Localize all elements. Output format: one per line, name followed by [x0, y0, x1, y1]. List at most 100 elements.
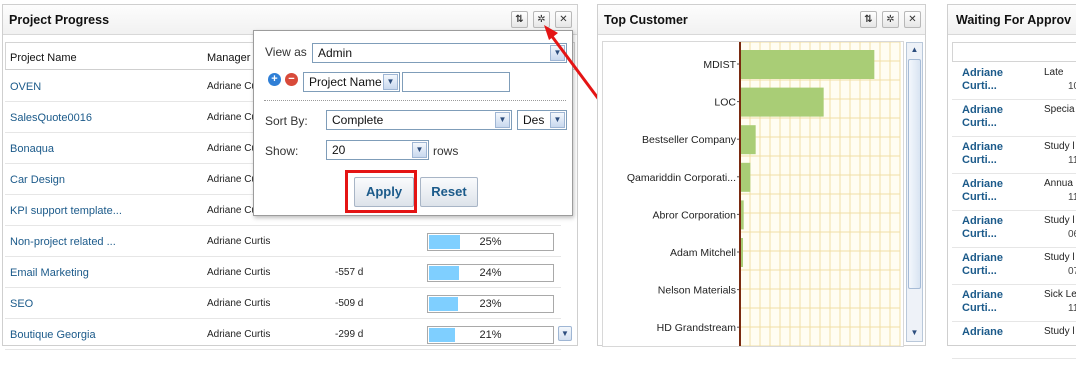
category-label: Qamariddin Corporati...	[627, 172, 736, 184]
chevron-down-icon: ▼	[383, 74, 398, 90]
chart-scrollbar[interactable]: ▲ ▼	[906, 42, 923, 342]
list-item[interactable]: Adriane Curti... Study l 11	[952, 137, 1076, 174]
table-row: Boutique Georgia Adriane Curtis -299 d 21%	[5, 319, 561, 350]
project-name-link[interactable]: Email Marketing	[10, 267, 89, 279]
progress-bar: 25%	[427, 233, 554, 251]
panel-title: Top Customer	[604, 13, 688, 27]
filter-field-value: Project Name	[309, 75, 382, 89]
requester-name[interactable]: Adriane Curti...	[962, 67, 1003, 93]
project-name-link[interactable]: Car Design	[10, 174, 65, 186]
filter-field-select[interactable]: Project Name ▼	[303, 72, 400, 92]
column-header-manager[interactable]: Manager	[207, 52, 250, 64]
project-name-link[interactable]: Boutique Georgia	[10, 329, 96, 341]
bar[interactable]	[741, 125, 756, 155]
request-type: Study l	[1044, 252, 1075, 263]
bar[interactable]	[741, 50, 875, 79]
request-date: 11	[1068, 303, 1076, 314]
top-customer-chart: MDIST LOC Bestseller Company Qamariddin Cor…	[627, 41, 901, 347]
requester-first: Adriane	[962, 178, 1003, 190]
reset-button[interactable]: Reset	[420, 177, 478, 207]
column-header-project-name[interactable]: Project Name	[10, 52, 77, 64]
chevron-up-icon[interactable]: ▲	[907, 43, 922, 58]
sort-by-select[interactable]: Complete ▼	[326, 110, 512, 130]
remove-filter-icon[interactable]: −	[285, 73, 298, 86]
requester-name[interactable]: Adriane Curti...	[962, 215, 1003, 241]
scroll-down-button[interactable]: ▼	[558, 326, 572, 341]
requester-first: Adriane	[962, 67, 1003, 79]
chevron-down-icon: ▼	[495, 112, 510, 128]
list-item[interactable]: AdrianeCurti... Study l 06	[952, 211, 1076, 248]
progress-text: 21%	[479, 329, 502, 341]
category-label: HD Grandstream	[657, 322, 737, 334]
list-item[interactable]: Adriane Curti... Annua 11	[952, 174, 1076, 211]
manager-cell: Adriane Curtis	[207, 329, 271, 340]
project-name-link[interactable]: SEO	[10, 298, 33, 310]
view-as-select[interactable]: Admin ▼	[312, 43, 567, 63]
requester-last: Curti...	[962, 117, 997, 129]
project-name-link[interactable]: KPI support template...	[10, 205, 122, 217]
sort-by-label: Sort By:	[265, 114, 308, 128]
chevron-down-icon[interactable]: ▼	[907, 326, 922, 341]
list-item[interactable]: AdrianeCurti... Late 10	[952, 63, 1076, 100]
panel-title: Waiting For Approv	[956, 13, 1072, 27]
requester-name[interactable]: Adriane Curti...	[962, 104, 1003, 130]
waiting-approval-panel: Waiting For Approv AdrianeCurti...Late10…	[947, 4, 1076, 359]
show-label: Show:	[265, 144, 299, 158]
requester-last: Curti...	[962, 154, 997, 166]
bar[interactable]	[741, 87, 824, 117]
requester-first: Adriane	[962, 141, 1003, 153]
requester-name[interactable]: Adriane Curti...	[962, 141, 1003, 167]
scrollbar-thumb[interactable]	[908, 59, 921, 289]
sort-by-value: Complete	[332, 113, 384, 127]
add-filter-icon[interactable]: +	[268, 73, 281, 86]
requester-first: Adriane	[962, 252, 1003, 264]
rows-label: rows	[433, 144, 459, 158]
requester-name[interactable]: Adriane	[962, 326, 1003, 339]
progress-text: 24%	[479, 267, 502, 279]
list-item[interactable]: Adriane Study l	[952, 322, 1076, 359]
project-name-link[interactable]: Bonaqua	[10, 143, 54, 155]
request-type: Study l	[1044, 141, 1075, 152]
progress-bar: 21%	[427, 326, 554, 344]
request-date: 07	[1068, 266, 1076, 277]
chevron-down-icon: ▼	[561, 329, 569, 338]
close-button[interactable]: ✕	[904, 11, 921, 28]
requester-last: Curti...	[962, 302, 997, 314]
refresh-icon: ⇅	[515, 14, 524, 25]
divider	[264, 100, 566, 101]
bar[interactable]	[741, 162, 751, 192]
list-item[interactable]: Adriane Curti... Specia	[952, 100, 1076, 137]
panel-header: Top Customer ⇅ ✲ ✕	[598, 5, 925, 35]
request-type: Annua	[1044, 178, 1073, 189]
refresh-button[interactable]: ⇅	[860, 11, 877, 28]
manager-cell: Adriane Curtis	[207, 236, 271, 247]
request-date: 11	[1068, 192, 1076, 203]
apply-highlight-box	[345, 170, 417, 213]
table-row: Email Marketing Adriane Curtis -557 d 24%	[5, 257, 561, 288]
project-name-link[interactable]: SalesQuote0016	[10, 112, 92, 124]
requester-first: Adriane	[962, 326, 1003, 338]
panel-header: Waiting For Approv	[948, 5, 1076, 35]
list-item[interactable]: Adriane Curti... Sick Le 11	[952, 285, 1076, 322]
project-name-link[interactable]: OVEN	[10, 81, 41, 93]
view-as-value: Admin	[318, 46, 353, 60]
requester-name[interactable]: Adriane Curti...	[962, 289, 1003, 315]
settings-button[interactable]: ✲	[882, 11, 899, 28]
requester-name[interactable]: Adriane Curti...	[962, 178, 1003, 204]
request-type: Study l	[1044, 215, 1075, 226]
bar[interactable]	[741, 200, 744, 230]
grid-header	[952, 42, 1076, 62]
request-type: Sick Le	[1044, 289, 1076, 300]
filter-value-input[interactable]	[402, 72, 510, 92]
manager-cell: Adriane Cu	[207, 112, 258, 123]
project-name-link[interactable]: Non-project related ...	[10, 236, 116, 248]
list-item[interactable]: AdrianeCurti... Study l 07	[952, 248, 1076, 285]
bar[interactable]	[741, 238, 743, 267]
refresh-button[interactable]: ⇅	[511, 11, 528, 28]
panel-title: Project Progress	[9, 13, 110, 27]
requester-name[interactable]: Adriane Curti...	[962, 252, 1003, 278]
manager-cell: Adriane Cu	[207, 81, 258, 92]
request-type: Study l	[1044, 326, 1075, 337]
show-rows-select[interactable]: 20 ▼	[326, 140, 429, 160]
request-date: 06	[1068, 229, 1076, 240]
